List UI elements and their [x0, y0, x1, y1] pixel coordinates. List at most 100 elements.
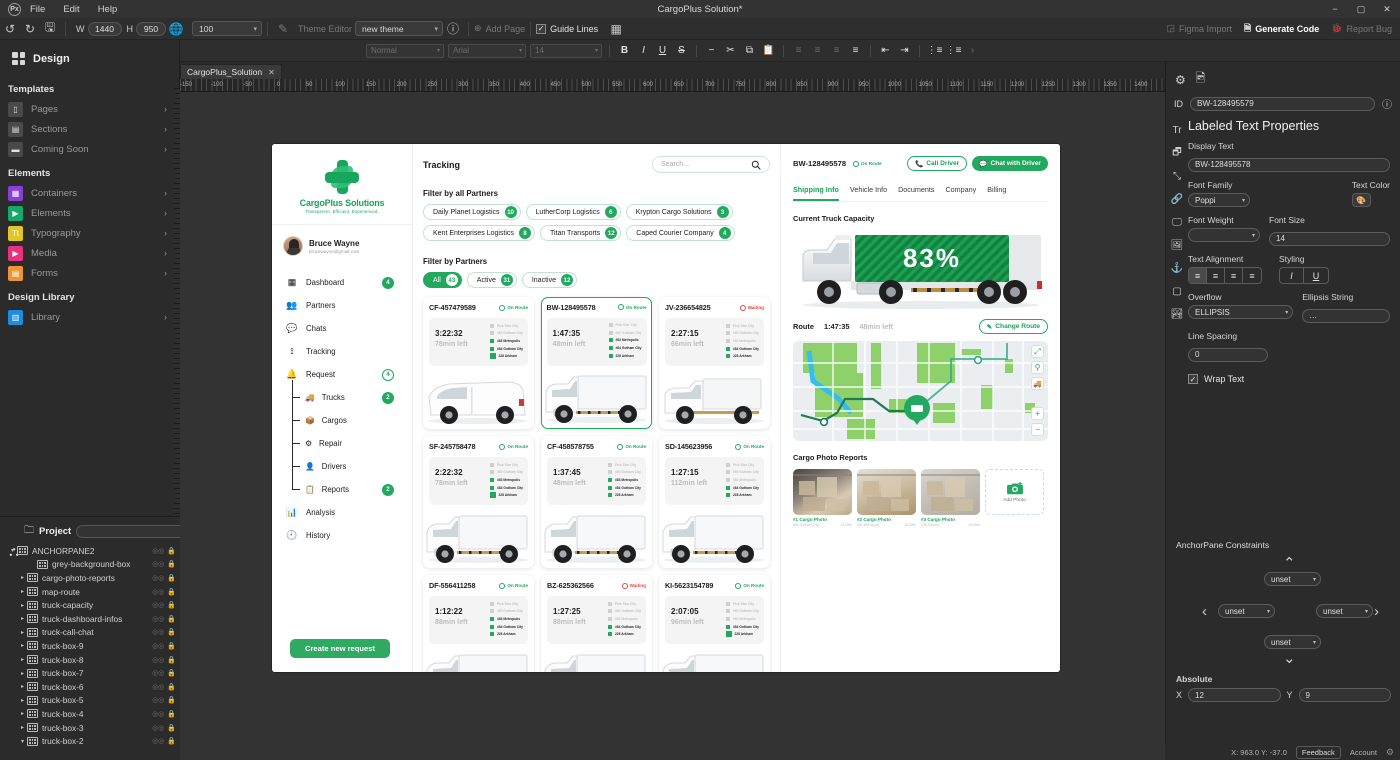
tree-node[interactable]: ▸ truck-capacity ◎◎🔒 [8, 598, 180, 612]
report-bug-button[interactable]: 🐞 Report Bug [1331, 23, 1392, 34]
preview-icon[interactable]: 🖻 [1196, 69, 1206, 90]
node-actions[interactable]: ◎◎🔒 [152, 615, 176, 623]
element-id-input[interactable] [1190, 97, 1375, 111]
lock-icon[interactable]: 🔒 [167, 628, 176, 636]
node-actions[interactable]: ◎◎🔒 [152, 560, 176, 568]
detail-tab-company[interactable]: Company [945, 185, 976, 201]
box-tool-icon[interactable]: ▢ [1170, 284, 1185, 299]
visibility-icon[interactable]: ◎◎ [152, 656, 164, 664]
width-input[interactable] [88, 22, 122, 36]
nav-item-partners[interactable]: 👥 Partners [272, 294, 412, 317]
indent-increase-button[interactable]: ⇥ [897, 43, 912, 58]
cargo-photo-thumbnail[interactable] [921, 469, 980, 515]
lock-icon[interactable]: 🔒 [167, 737, 176, 745]
underline-button[interactable]: U [1304, 268, 1328, 283]
partner-chip[interactable]: Titan Transports 12 [540, 225, 621, 241]
visibility-icon[interactable]: ◎◎ [152, 696, 164, 704]
italic-button[interactable]: I [636, 43, 651, 58]
partner-chip[interactable]: Kent Enterprises Logistics 8 [423, 225, 535, 241]
account-button[interactable]: Account [1350, 748, 1377, 757]
settings-icon[interactable]: ⚙ [1386, 747, 1394, 758]
visibility-icon[interactable]: ◎◎ [152, 669, 164, 677]
cargo-photo-thumbnail[interactable] [857, 469, 916, 515]
tree-toggle-icon[interactable]: ▾ [18, 738, 27, 745]
partner-chip[interactable]: Krypton Cargo Solutions 3 [626, 204, 733, 220]
wrap-text-checkbox[interactable]: ✓ [1188, 374, 1198, 384]
tree-toggle-icon[interactable]: ▸ [18, 588, 27, 595]
tree-node[interactable]: ▸ truck-box-7 ◎◎🔒 [8, 666, 180, 680]
guide-lines-toggle[interactable]: ✓ Guide Lines [536, 24, 598, 34]
guide-lines-checkbox[interactable]: ✓ [536, 24, 546, 34]
design-item-typography[interactable]: Tt Typography › [0, 223, 179, 243]
visibility-icon[interactable]: ◎◎ [152, 628, 164, 636]
state-chip-inactive[interactable]: Inactive 12 [522, 272, 577, 288]
subnav-item-drivers[interactable]: 👤 Drivers [278, 455, 412, 478]
add-photo-button[interactable]: Add Photo [985, 469, 1044, 515]
state-chip-all[interactable]: All 43 [423, 272, 462, 288]
redo-icon[interactable]: ↻ [20, 20, 40, 38]
lock-icon[interactable]: 🔒 [167, 710, 176, 718]
visibility-icon[interactable]: ◎◎ [152, 574, 164, 582]
design-item-sections[interactable]: ▤ Sections › [0, 119, 179, 139]
node-actions[interactable]: ◎◎🔒 [152, 601, 176, 609]
underline-button[interactable]: U [655, 43, 670, 58]
nav-item-request[interactable]: 🔔 Request 4 [272, 363, 412, 386]
absolute-y-input[interactable] [1299, 688, 1391, 702]
lock-icon[interactable]: 🔒 [167, 683, 176, 691]
design-item-library[interactable]: ▥ Library › [0, 307, 179, 327]
lock-icon[interactable]: 🔒 [167, 601, 176, 609]
align-justify-button[interactable]: ≡ [848, 43, 863, 58]
tree-toggle-icon[interactable]: ▸ [18, 642, 27, 649]
truck-card[interactable]: KI-5623154789 On Route 2:07:05 96min lef… [659, 575, 770, 672]
tree-node[interactable]: ▾ truck-box-2 ◎◎🔒 [8, 734, 180, 748]
lock-icon[interactable]: 🔒 [167, 669, 176, 677]
align-justify-button[interactable]: ≡ [1243, 268, 1261, 283]
tree-node[interactable]: ▸ truck-dashboard-infos ◎◎🔒 [8, 612, 180, 626]
generate-code-button[interactable]: 🗎 Generate Code [1244, 21, 1319, 37]
visibility-icon[interactable]: ◎◎ [152, 560, 164, 568]
anchor-bottom-select[interactable]: unset [1264, 635, 1321, 649]
text-tool-icon[interactable]: Tr [1170, 123, 1185, 138]
grid-icon[interactable]: ▦ [606, 20, 626, 38]
design-item-pages[interactable]: ▯ Pages › [0, 99, 179, 119]
tree-toggle-icon[interactable]: ▸ [18, 602, 27, 609]
tree-toggle-icon[interactable]: ▸ [18, 629, 27, 636]
lock-icon[interactable]: 🔒 [167, 615, 176, 623]
lock-icon[interactable]: 🔒 [167, 642, 176, 650]
subnav-item-repair[interactable]: ⚙ Repair [278, 432, 412, 455]
node-actions[interactable]: ◎◎🔒 [152, 724, 176, 732]
align-center-button[interactable]: ≡ [810, 43, 825, 58]
truck-card[interactable]: JV-236654825 Waiting 2:27:15 66min left … [659, 297, 770, 429]
font-family-select[interactable]: Arial [448, 44, 526, 58]
minus-button[interactable]: − [704, 43, 719, 58]
indent-decrease-button[interactable]: ⇤ [878, 43, 893, 58]
truck-card[interactable]: BW-128495578 On Route 1:47:35 48min left… [541, 297, 652, 429]
color-picker-icon[interactable]: 🎨 [1352, 193, 1371, 207]
change-route-button[interactable]: ✎ Change Route [979, 319, 1048, 334]
undo-icon[interactable]: ↺ [0, 20, 20, 38]
node-actions[interactable]: ◎◎🔒 [152, 574, 176, 582]
node-actions[interactable]: ◎◎🔒 [152, 683, 176, 691]
tree-toggle-icon[interactable]: ▸ [18, 724, 27, 731]
partner-chip[interactable]: Daily Planet Logistics 10 [423, 204, 521, 220]
call-driver-button[interactable]: 📞 Call Driver [907, 156, 967, 171]
tree-toggle-icon[interactable]: ▸ [18, 615, 27, 622]
node-actions[interactable]: ◎◎🔒 [152, 696, 176, 704]
truck-card[interactable]: SF-245758478 On Route 2:22:32 78min left… [423, 436, 534, 568]
align-right-button[interactable]: ≡ [829, 43, 844, 58]
detail-tab-shipping-info[interactable]: Shipping Info [793, 185, 839, 201]
lock-icon[interactable]: 🔒 [167, 724, 176, 732]
add-image-icon[interactable]: 🖼 [1170, 238, 1185, 253]
anchor-left-select[interactable]: unset [1218, 604, 1275, 618]
node-actions[interactable]: ◎◎🔒 [152, 710, 176, 718]
nav-item-dashboard[interactable]: ▦ Dashboard 4 [272, 271, 412, 294]
text-style-select[interactable]: Normal [366, 44, 444, 58]
editor-tab-close-icon[interactable]: ✕ [268, 68, 275, 77]
search-icon[interactable] [751, 160, 761, 170]
screen-tool-icon[interactable]: 🖵 [1170, 215, 1185, 230]
visibility-icon[interactable]: ◎◎ [152, 737, 164, 745]
tree-toggle-icon[interactable]: ▸ [18, 683, 27, 690]
font-size-input[interactable] [1269, 232, 1390, 246]
maximize-button[interactable]: ▢ [1348, 0, 1374, 18]
font-size-select[interactable]: 14 [530, 44, 602, 58]
